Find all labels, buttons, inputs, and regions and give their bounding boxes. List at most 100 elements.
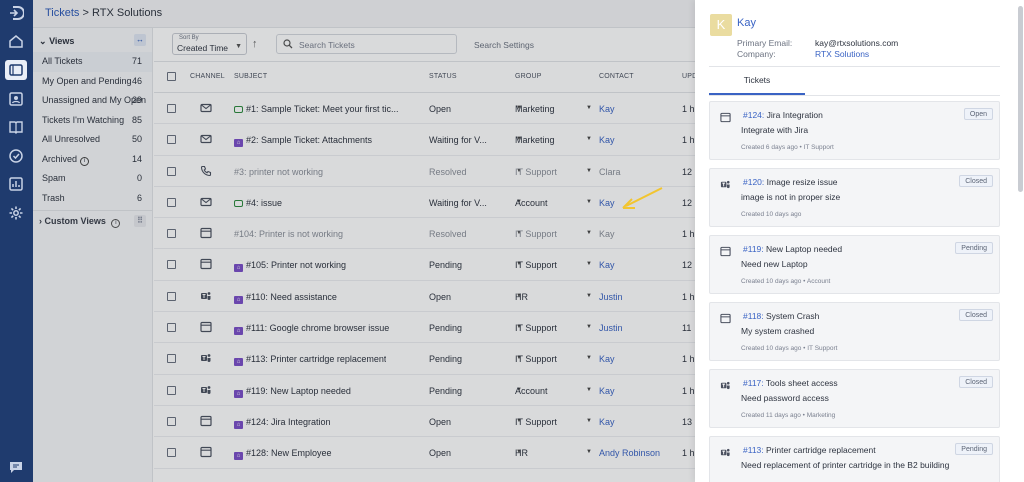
ticket-card-title[interactable]: #124: Jira Integration <box>743 110 823 120</box>
ticket-subject-link[interactable]: #3: printer not working <box>234 167 323 177</box>
group-select[interactable]: IT Support <box>515 354 557 364</box>
row-checkbox[interactable] <box>167 166 176 176</box>
breadcrumb-tickets-link[interactable]: Tickets <box>45 7 79 19</box>
status-select[interactable]: Pending <box>429 260 462 270</box>
row-checkbox[interactable] <box>167 354 176 364</box>
caret-down-icon[interactable]: ▼ <box>586 293 592 299</box>
caret-down-icon[interactable]: ▼ <box>586 168 592 174</box>
contacts-icon[interactable] <box>8 91 24 107</box>
row-checkbox[interactable] <box>167 260 176 270</box>
sort-by-select[interactable]: Sort By Created Time ▼ <box>172 33 247 55</box>
table-row[interactable]: ⌂ #105: Printer not working Pending ▼ IT Sup… <box>154 249 695 281</box>
ticket-card[interactable]: #117: Tools sheet access Need password ac… <box>709 369 1000 428</box>
chat-icon[interactable] <box>8 459 24 475</box>
tasks-icon[interactable] <box>8 148 24 164</box>
ticket-card[interactable]: #118: System Crash My system crashed Creat… <box>709 302 1000 361</box>
contact-name-link[interactable]: Kay <box>737 17 756 29</box>
expand-toggle-button[interactable]: ↔ <box>134 34 146 46</box>
group-select[interactable]: IT Support <box>515 260 557 270</box>
group-select[interactable]: IT Support <box>515 229 557 239</box>
group-select[interactable]: HR <box>515 448 528 458</box>
ticket-subject-link[interactable]: ⌂ #2: Sample Ticket: Attachments <box>234 135 372 148</box>
logo-icon[interactable] <box>8 5 24 21</box>
group-select[interactable]: Account <box>515 198 548 208</box>
table-row[interactable]: ⌂ #124: Jira Integration Open ▼ IT Support ▼ K… <box>154 405 695 438</box>
group-select[interactable]: IT Support <box>515 167 557 177</box>
row-checkbox[interactable] <box>167 229 176 239</box>
table-row[interactable]: ⌂ #128: New Employee Open ▼ HR ▼ Andy Robinson… <box>154 437 695 469</box>
ticket-card-title[interactable]: #119: New Laptop needed <box>743 244 842 254</box>
column-header-subject[interactable]: SUBJECT <box>234 73 267 80</box>
group-select[interactable]: Marketing <box>515 135 555 145</box>
caret-down-icon[interactable]: ▼ <box>586 136 592 142</box>
tab-tickets[interactable]: Tickets <box>709 68 805 95</box>
search-input[interactable] <box>299 38 449 51</box>
table-row[interactable]: ⌂ #119: New Laptop needed Pending ▼ Account ▼… <box>154 374 695 406</box>
group-select[interactable]: IT Support <box>515 417 557 427</box>
caret-down-icon[interactable]: ▼ <box>586 261 592 267</box>
group-select[interactable]: Account <box>515 386 548 396</box>
row-checkbox[interactable] <box>167 385 176 395</box>
ticket-card[interactable]: #119: New Laptop needed Need new Laptop Cr… <box>709 235 1000 294</box>
column-header-channel[interactable]: CHANNEL <box>190 73 225 80</box>
table-row[interactable]: #4: issue Waiting for V... ▼ Account ▼ Kay 12 <box>154 186 695 219</box>
row-checkbox[interactable] <box>167 416 176 426</box>
tickets-icon[interactable] <box>5 60 27 80</box>
drag-handle-button[interactable]: ⠿ <box>134 215 146 227</box>
status-select[interactable]: Open <box>429 104 451 114</box>
view-item[interactable]: Trash 6 <box>33 189 152 209</box>
view-item[interactable]: All Tickets 71 <box>33 52 152 72</box>
contact-link[interactable]: Justin <box>599 323 623 333</box>
ticket-subject-link[interactable]: #4: issue <box>234 198 282 208</box>
table-row[interactable]: #3: printer not working Resolved ▼ IT Suppo… <box>154 155 695 187</box>
row-checkbox[interactable] <box>167 104 176 113</box>
view-item[interactable]: Tickets I'm Watching 85 <box>33 111 152 131</box>
row-checkbox[interactable] <box>167 291 176 301</box>
contact-link[interactable]: Kay <box>599 229 615 239</box>
contact-link[interactable]: Andy Robinson <box>599 448 660 458</box>
column-header-contact[interactable]: CONTACT <box>599 73 634 80</box>
caret-down-icon[interactable]: ▼ <box>586 355 592 361</box>
table-row[interactable]: #104: Printer is not working Resolved ▼ IT … <box>154 218 695 250</box>
ticket-card-title[interactable]: #118: System Crash <box>743 311 819 321</box>
caret-down-icon[interactable]: ▼ <box>586 105 592 111</box>
reports-icon[interactable] <box>8 176 24 192</box>
caret-down-icon[interactable]: ▼ <box>586 387 592 393</box>
caret-down-icon[interactable]: ▼ <box>586 199 592 205</box>
table-row[interactable]: ⌂ #111: Google chrome browser issue Pendin… <box>154 312 695 344</box>
status-select[interactable]: Resolved <box>429 167 467 177</box>
ticket-subject-link[interactable]: ⌂ #105: Printer not working <box>234 260 346 273</box>
ticket-subject-link[interactable]: #1: Sample Ticket: Meet your first tic..… <box>234 104 399 114</box>
group-select[interactable]: HR <box>515 292 528 302</box>
caret-down-icon[interactable]: ▼ <box>586 324 592 330</box>
group-select[interactable]: IT Support <box>515 323 557 333</box>
home-icon[interactable] <box>8 33 24 49</box>
row-checkbox[interactable] <box>167 323 176 333</box>
table-row[interactable]: ⌂ #113: Printer cartridge replacement Pend… <box>154 343 695 375</box>
contact-link[interactable]: Kay <box>599 104 615 114</box>
group-select[interactable]: Marketing <box>515 104 555 114</box>
column-header-group[interactable]: GROUP <box>515 73 542 80</box>
status-select[interactable]: Open <box>429 448 451 458</box>
table-row[interactable]: #1: Sample Ticket: Meet your first tic..… <box>154 93 695 125</box>
view-item[interactable]: Archived i 14 <box>33 150 152 170</box>
select-all-checkbox[interactable] <box>167 72 176 81</box>
status-select[interactable]: Waiting for V... <box>429 198 487 208</box>
contact-link[interactable]: Justin <box>599 292 623 302</box>
ticket-card-title[interactable]: #117: Tools sheet access <box>743 378 838 388</box>
status-select[interactable]: Pending <box>429 354 462 364</box>
caret-down-icon[interactable]: ▼ <box>586 418 592 424</box>
ticket-subject-link[interactable]: ⌂ #124: Jira Integration <box>234 417 331 429</box>
status-select[interactable]: Resolved <box>429 229 467 239</box>
contact-link[interactable]: Kay <box>599 354 615 364</box>
ticket-card[interactable]: #120: Image resize issue image is not in … <box>709 168 1000 227</box>
ticket-subject-link[interactable]: ⌂ #113: Printer cartridge replacement <box>234 354 386 367</box>
sort-direction-button[interactable]: ↑ <box>252 38 258 50</box>
ticket-subject-link[interactable]: ⌂ #119: New Laptop needed <box>234 386 351 398</box>
view-item[interactable]: Unassigned and My Open 29 <box>33 91 152 111</box>
status-select[interactable]: Pending <box>429 323 462 333</box>
contact-link[interactable]: Clara <box>599 167 621 177</box>
ticket-subject-link[interactable]: ⌂ #128: New Employee <box>234 448 332 461</box>
search-settings-link[interactable]: Search Settings <box>474 40 534 50</box>
row-checkbox[interactable] <box>167 197 176 207</box>
